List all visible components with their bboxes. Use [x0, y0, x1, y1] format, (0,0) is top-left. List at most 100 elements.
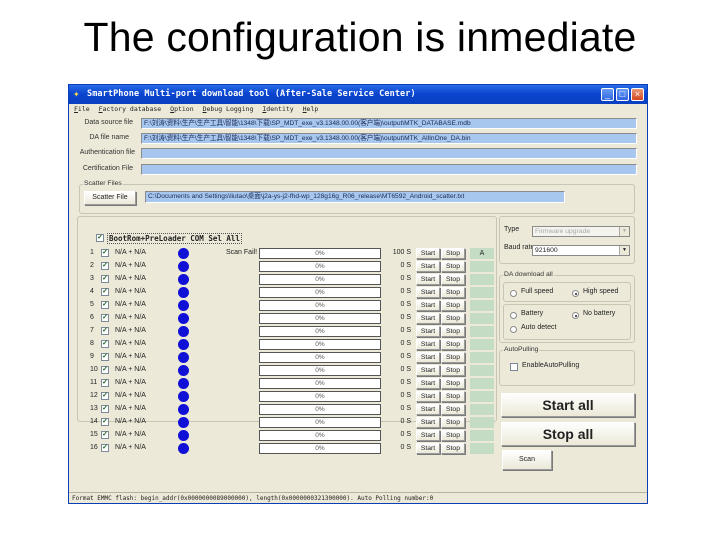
port-checkbox[interactable]: ✓ [101, 431, 109, 439]
stop-button[interactable]: Stop [441, 300, 465, 311]
stop-button[interactable]: Stop [441, 326, 465, 337]
port-number: 15 [90, 431, 98, 438]
port-checkbox[interactable]: ✓ [101, 353, 109, 361]
port-checkbox[interactable]: ✓ [101, 366, 109, 374]
stop-button[interactable]: Stop [441, 378, 465, 389]
port-checkbox[interactable]: ✓ [101, 288, 109, 296]
stop-button[interactable]: Stop [441, 313, 465, 324]
start-all-button[interactable]: Start all [501, 393, 635, 417]
start-button[interactable]: Start [416, 287, 440, 298]
stop-button[interactable]: Stop [441, 391, 465, 402]
no-battery-radio[interactable] [572, 312, 579, 319]
menu-file[interactable]: File [74, 104, 90, 115]
type-select[interactable]: Firmware upgrade ▼ [532, 226, 630, 237]
menu-option[interactable]: Option [170, 104, 194, 115]
menu-bar: File Factory database Option Debug Loggi… [69, 104, 647, 115]
check-icon: ✓ [102, 392, 108, 399]
baud-rate-select[interactable]: 921600 ▼ [532, 245, 630, 256]
authentication-field[interactable] [141, 148, 637, 159]
close-button[interactable]: × [631, 88, 644, 101]
maximize-button[interactable]: □ [616, 88, 629, 101]
result-indicator [470, 313, 494, 324]
stop-button[interactable]: Stop [441, 417, 465, 428]
port-checkbox[interactable]: ✓ [101, 327, 109, 335]
title-bar[interactable]: ✦ SmartPhone Multi-port download tool (A… [69, 85, 647, 104]
data-source-field[interactable]: F:\刘涛\资料\生产\生产工具\智能\1348\下载\SP_MDT_exe_v… [141, 118, 637, 129]
stop-button[interactable]: Stop [441, 365, 465, 376]
stop-button[interactable]: Stop [441, 287, 465, 298]
start-button[interactable]: Start [416, 300, 440, 311]
port-row: 10 ✓ N/A + N/A 0% 0 S Start Stop [78, 364, 498, 377]
select-all-label[interactable]: BootRom+PreLoader COM Sel All [107, 233, 242, 244]
scatter-group: Scatter Files Scatter File C:\Documents … [79, 180, 635, 214]
port-checkbox[interactable]: ✓ [101, 275, 109, 283]
full-speed-radio[interactable] [510, 290, 517, 297]
start-button[interactable]: Start [416, 248, 440, 259]
stop-button[interactable]: Stop [441, 430, 465, 441]
battery-label: Battery [521, 310, 544, 317]
start-button[interactable]: Start [416, 261, 440, 272]
select-all-checkbox[interactable]: ✓ [96, 234, 104, 242]
start-button[interactable]: Start [416, 443, 440, 454]
start-button[interactable]: Start [416, 274, 440, 285]
stop-button[interactable]: Stop [441, 261, 465, 272]
menu-factory-database[interactable]: Factory database [99, 104, 162, 115]
port-row: 12 ✓ N/A + N/A 0% 0 S Start Stop [78, 390, 498, 403]
menu-debug-logging[interactable]: Debug Logging [203, 104, 254, 115]
stop-button[interactable]: Stop [441, 248, 465, 259]
stop-button[interactable]: Stop [441, 274, 465, 285]
progress-bar: 0% [259, 261, 381, 272]
start-button[interactable]: Start [416, 417, 440, 428]
minimize-button[interactable]: _ [601, 88, 614, 101]
auto-detect-radio[interactable] [510, 326, 517, 333]
check-icon: ✓ [102, 288, 108, 295]
certification-field[interactable] [141, 164, 637, 175]
port-checkbox[interactable]: ✓ [101, 301, 109, 309]
stop-button[interactable]: Stop [441, 404, 465, 415]
start-button[interactable]: Start [416, 391, 440, 402]
port-checkbox[interactable]: ✓ [101, 379, 109, 387]
elapsed-time: 0 S [400, 392, 411, 399]
high-speed-radio[interactable] [572, 290, 579, 297]
progress-text: 0% [315, 419, 325, 426]
start-button[interactable]: Start [416, 326, 440, 337]
start-button[interactable]: Start [416, 313, 440, 324]
port-checkbox[interactable]: ✓ [101, 405, 109, 413]
battery-radio[interactable] [510, 312, 517, 319]
start-button[interactable]: Start [416, 430, 440, 441]
port-checkbox[interactable]: ✓ [101, 262, 109, 270]
menu-identity[interactable]: Identity [262, 104, 293, 115]
app-window: ✦ SmartPhone Multi-port download tool (A… [68, 84, 648, 504]
progress-text: 0% [315, 263, 325, 270]
stop-all-button[interactable]: Stop all [501, 422, 635, 446]
port-checkbox[interactable]: ✓ [101, 249, 109, 257]
stop-button[interactable]: Stop [441, 352, 465, 363]
type-value: Firmware upgrade [535, 228, 591, 235]
port-checkbox[interactable]: ✓ [101, 392, 109, 400]
enable-autopulling-checkbox[interactable] [510, 363, 518, 371]
start-button[interactable]: Start [416, 378, 440, 389]
scatter-file-field[interactable]: C:\Documents and Settings\liutao\桌面\j2a-… [145, 191, 565, 203]
port-number: 1 [90, 249, 94, 256]
start-button[interactable]: Start [416, 404, 440, 415]
port-checkbox[interactable]: ✓ [101, 340, 109, 348]
scan-button[interactable]: Scan [502, 450, 552, 470]
scatter-file-button[interactable]: Scatter File [84, 191, 136, 205]
start-button[interactable]: Start [416, 352, 440, 363]
check-icon: ✓ [102, 431, 108, 438]
port-row: 15 ✓ N/A + N/A 0% 0 S Start Stop [78, 429, 498, 442]
check-icon: ✓ [102, 444, 108, 451]
da-file-field[interactable]: F:\刘涛\资料\生产\生产工具\智能\1348\下载\SP_MDT_exe_v… [141, 133, 637, 144]
result-indicator: A [470, 248, 494, 259]
port-number: 6 [90, 314, 94, 321]
check-icon: ✓ [102, 353, 108, 360]
stop-button[interactable]: Stop [441, 443, 465, 454]
menu-help[interactable]: Help [303, 104, 319, 115]
port-checkbox[interactable]: ✓ [101, 418, 109, 426]
port-checkbox[interactable]: ✓ [101, 314, 109, 322]
stop-button[interactable]: Stop [441, 339, 465, 350]
port-checkbox[interactable]: ✓ [101, 444, 109, 452]
start-button[interactable]: Start [416, 339, 440, 350]
start-button[interactable]: Start [416, 365, 440, 376]
com-port-label: N/A + N/A [115, 275, 146, 282]
